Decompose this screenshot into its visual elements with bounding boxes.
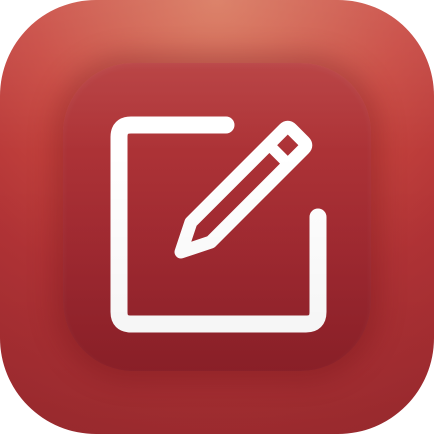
compose-edit-icon [110,116,327,333]
app-icon-stage [0,0,434,434]
pencil-icon [174,120,313,259]
app-icon[interactable] [0,0,434,434]
frame-outline [110,116,327,333]
